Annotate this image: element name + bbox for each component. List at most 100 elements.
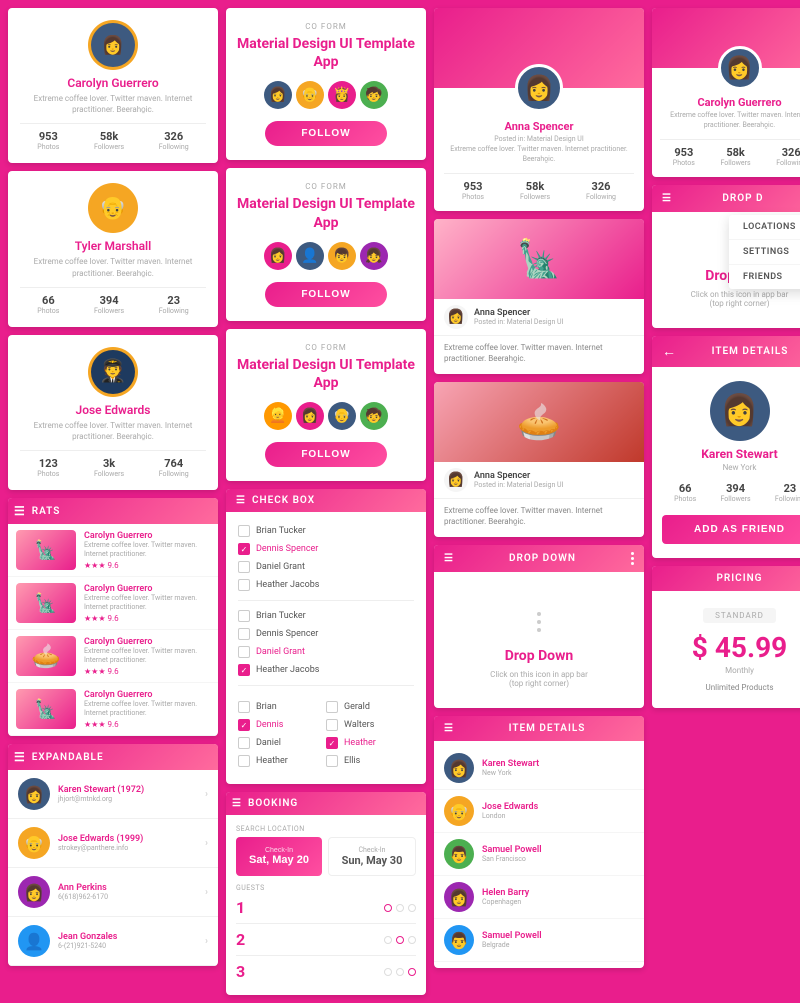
- three-dots-icon-col3[interactable]: [631, 552, 634, 565]
- item-details-header-col4: ← ITEM DETAILS: [652, 336, 800, 367]
- cb-grid-heather-g[interactable]: Heather: [238, 752, 326, 770]
- stepper-dot: [408, 904, 416, 912]
- profile-card-tyler: 👴 Tyler Marshall Extreme coffee lover. T…: [8, 171, 218, 326]
- cb-grid-dennis[interactable]: ✓Dennis: [238, 716, 326, 734]
- stepper-dot: [408, 968, 416, 976]
- booking-hamburger-icon[interactable]: ☰: [232, 798, 242, 809]
- column-3: 👩 Anna Spencer Posted in: Material Desig…: [434, 8, 644, 995]
- profile-name-col4: Carolyn Guerrero: [660, 96, 800, 109]
- item-detail-name-karen: Karen Stewart: [662, 447, 800, 461]
- blog-desc-1: Extreme coffee lover. Twitter maven. Int…: [434, 336, 644, 374]
- cb-box-dennis2[interactable]: [238, 628, 250, 640]
- profile-name-jose: Jose Edwards: [20, 403, 206, 417]
- add-friend-button[interactable]: ADD AS FRIEND: [662, 515, 800, 544]
- coform-label-3: CO FORM: [236, 343, 416, 352]
- cb-item-brian2[interactable]: Brian Tucker: [238, 607, 414, 625]
- item-details-card-col3: ☰ ITEM DETAILS 👩 Karen Stewart New York …: [434, 716, 644, 968]
- item-row-samuel2-col3[interactable]: 👨 Samuel Powell Belgrade: [434, 919, 644, 962]
- item-row-karen-col3[interactable]: 👩 Karen Stewart New York: [434, 747, 644, 790]
- follow-button-2[interactable]: FOLLOW: [265, 282, 386, 307]
- cb-grid-walters[interactable]: Walters: [326, 716, 414, 734]
- item-detail-loc-karen: New York: [662, 463, 800, 472]
- profile-name-col3: Anna Spencer: [444, 120, 634, 133]
- cb-item-dennis[interactable]: ✓ Dennis Spencer: [238, 540, 414, 558]
- cb-grid-gerald[interactable]: Gerald: [326, 698, 414, 716]
- stepper-dot: [396, 968, 404, 976]
- expand-arrow-jean: ›: [205, 936, 208, 947]
- expandable-card: ☰ EXPANDABLE 👩 Karen Stewart (1972) jhjo…: [8, 744, 218, 966]
- cb-item-daniel[interactable]: Daniel Grant: [238, 558, 414, 576]
- profile-card-carolyn-top: 👩 Carolyn Guerrero Extreme coffee lover.…: [8, 8, 218, 163]
- avatar-tyler: 👴: [88, 183, 138, 233]
- expand-avatar-jose-exp: 👴: [18, 827, 50, 859]
- item-avatar-helen-col3: 👩: [444, 882, 474, 912]
- checkin-button[interactable]: Check-In Sat, May 20: [236, 837, 322, 876]
- expand-arrow-ann: ›: [205, 887, 208, 898]
- blog-desc-2: Extreme coffee lover. Twitter maven. Int…: [434, 499, 644, 537]
- profile-card-jose-col1: 🧑‍✈️ Jose Edwards Extreme coffee lover. …: [8, 335, 218, 490]
- checkbox-hamburger-icon[interactable]: ☰: [236, 495, 246, 506]
- back-arrow-icon[interactable]: ←: [662, 343, 677, 360]
- pricing-header: PRICING: [652, 566, 800, 591]
- stat-photos: 953 Photos: [37, 130, 59, 151]
- menu-item-settings[interactable]: SETTINGS: [729, 240, 800, 265]
- coform-label-1: CO FORM: [236, 22, 416, 31]
- stats-row-col4: 953Photos 58kFollowers 326Following: [660, 139, 800, 167]
- item-avatar-jose-col3: 👴: [444, 796, 474, 826]
- coform-avatar-6: 👤: [296, 242, 324, 270]
- hamburger-icon[interactable]: ☰: [14, 504, 26, 518]
- dropdown-header-col3: ☰ DROP DOWN: [434, 545, 644, 572]
- item-details-hamburger-col3[interactable]: ☰: [444, 723, 454, 734]
- cb-item-heather2[interactable]: ✓ Heather Jacobs: [238, 661, 414, 679]
- cb-box-heather[interactable]: [238, 579, 250, 591]
- cb-box-daniel2[interactable]: [238, 646, 250, 658]
- cb-box-daniel[interactable]: [238, 561, 250, 573]
- follow-button-3[interactable]: FOLLOW: [265, 442, 386, 467]
- cb-grid-ellis[interactable]: Ellis: [326, 752, 414, 770]
- expand-item-ann[interactable]: 👩 Ann Perkins 6(618)962-6170 ›: [8, 868, 218, 917]
- cb-grid-daniel[interactable]: Daniel: [238, 734, 326, 752]
- dropdown-overlay-hamburger[interactable]: ☰: [662, 193, 672, 204]
- cb-item-dennis2[interactable]: Dennis Spencer: [238, 625, 414, 643]
- item-row-jose-col3[interactable]: 👴 Jose Edwards London: [434, 790, 644, 833]
- stats-row-col3: 953Photos 58kFollowers 326Following: [444, 173, 634, 201]
- profile-bio-carolyn-top: Extreme coffee lover. Twitter maven. Int…: [20, 93, 206, 115]
- expand-item-jean[interactable]: 👤 Jean Gonzales 6-(21)921-5240 ›: [8, 917, 218, 966]
- cb-box-heather2[interactable]: ✓: [238, 664, 250, 676]
- booking-header: ☰ BOOKING: [226, 792, 426, 815]
- item-row-samuel1-col3[interactable]: 👨 Samuel Powell San Francisco: [434, 833, 644, 876]
- expand-item-karen[interactable]: 👩 Karen Stewart (1972) jhjort@mtnkd.org …: [8, 770, 218, 819]
- expand-item-jose[interactable]: 👴 Jose Edwards (1999) strokey@panthere.i…: [8, 819, 218, 868]
- cb-box-brian2[interactable]: [238, 610, 250, 622]
- stat-following: 326 Following: [159, 130, 189, 151]
- cb-item-brian[interactable]: Brian Tucker: [238, 522, 414, 540]
- cb-item-daniel2[interactable]: Daniel Grant: [238, 643, 414, 661]
- item-details-card-col4: ← ITEM DETAILS 👩 Karen Stewart New York …: [652, 336, 800, 558]
- checkbox-header: ☰ CHECK BOX: [226, 489, 426, 512]
- expandable-hamburger-icon[interactable]: ☰: [14, 750, 26, 764]
- coform-avatar-4: 🧒: [360, 81, 388, 109]
- item-detail-avatar-karen: 👩: [710, 381, 770, 441]
- dropdown-hint-col3: Click on this icon in app bar(top right …: [444, 670, 634, 688]
- cb-item-heather[interactable]: Heather Jacobs: [238, 576, 414, 594]
- cb-box-dennis[interactable]: ✓: [238, 543, 250, 555]
- item-row-helen-col3[interactable]: 👩 Helen Barry Copenhagen: [434, 876, 644, 919]
- profile-header-col3: 👩: [434, 8, 644, 88]
- guests-label: GUESTS: [236, 884, 416, 892]
- menu-item-friends[interactable]: FRIENDS: [729, 265, 800, 289]
- dropdown-hamburger-icon-col3[interactable]: ☰: [444, 553, 454, 564]
- avatar-jose-col1: 🧑‍✈️: [88, 347, 138, 397]
- follow-button-1[interactable]: FOLLOW: [265, 121, 386, 146]
- item-avatar-samuel1-col3: 👨: [444, 839, 474, 869]
- expand-avatar-ann: 👩: [18, 876, 50, 908]
- coform-avatar-8: 👧: [360, 242, 388, 270]
- cb-grid-heather2[interactable]: ✓Heather: [326, 734, 414, 752]
- rate-thumb-4: 🗽: [16, 689, 76, 729]
- rate-card: ☰ RATS 🗽 Carolyn Guerrero Extreme coffee…: [8, 498, 218, 736]
- coform-avatars-3: 👱 👩 👴 🧒: [236, 402, 416, 430]
- coform-avatar-12: 🧒: [360, 402, 388, 430]
- cb-box-brian[interactable]: [238, 525, 250, 537]
- cb-grid-brian[interactable]: Brian: [238, 698, 326, 716]
- menu-item-locations[interactable]: LOCATIONS: [729, 215, 800, 240]
- blog-author-row-1: 👩 Anna Spencer Posted in: Material Desig…: [434, 299, 644, 336]
